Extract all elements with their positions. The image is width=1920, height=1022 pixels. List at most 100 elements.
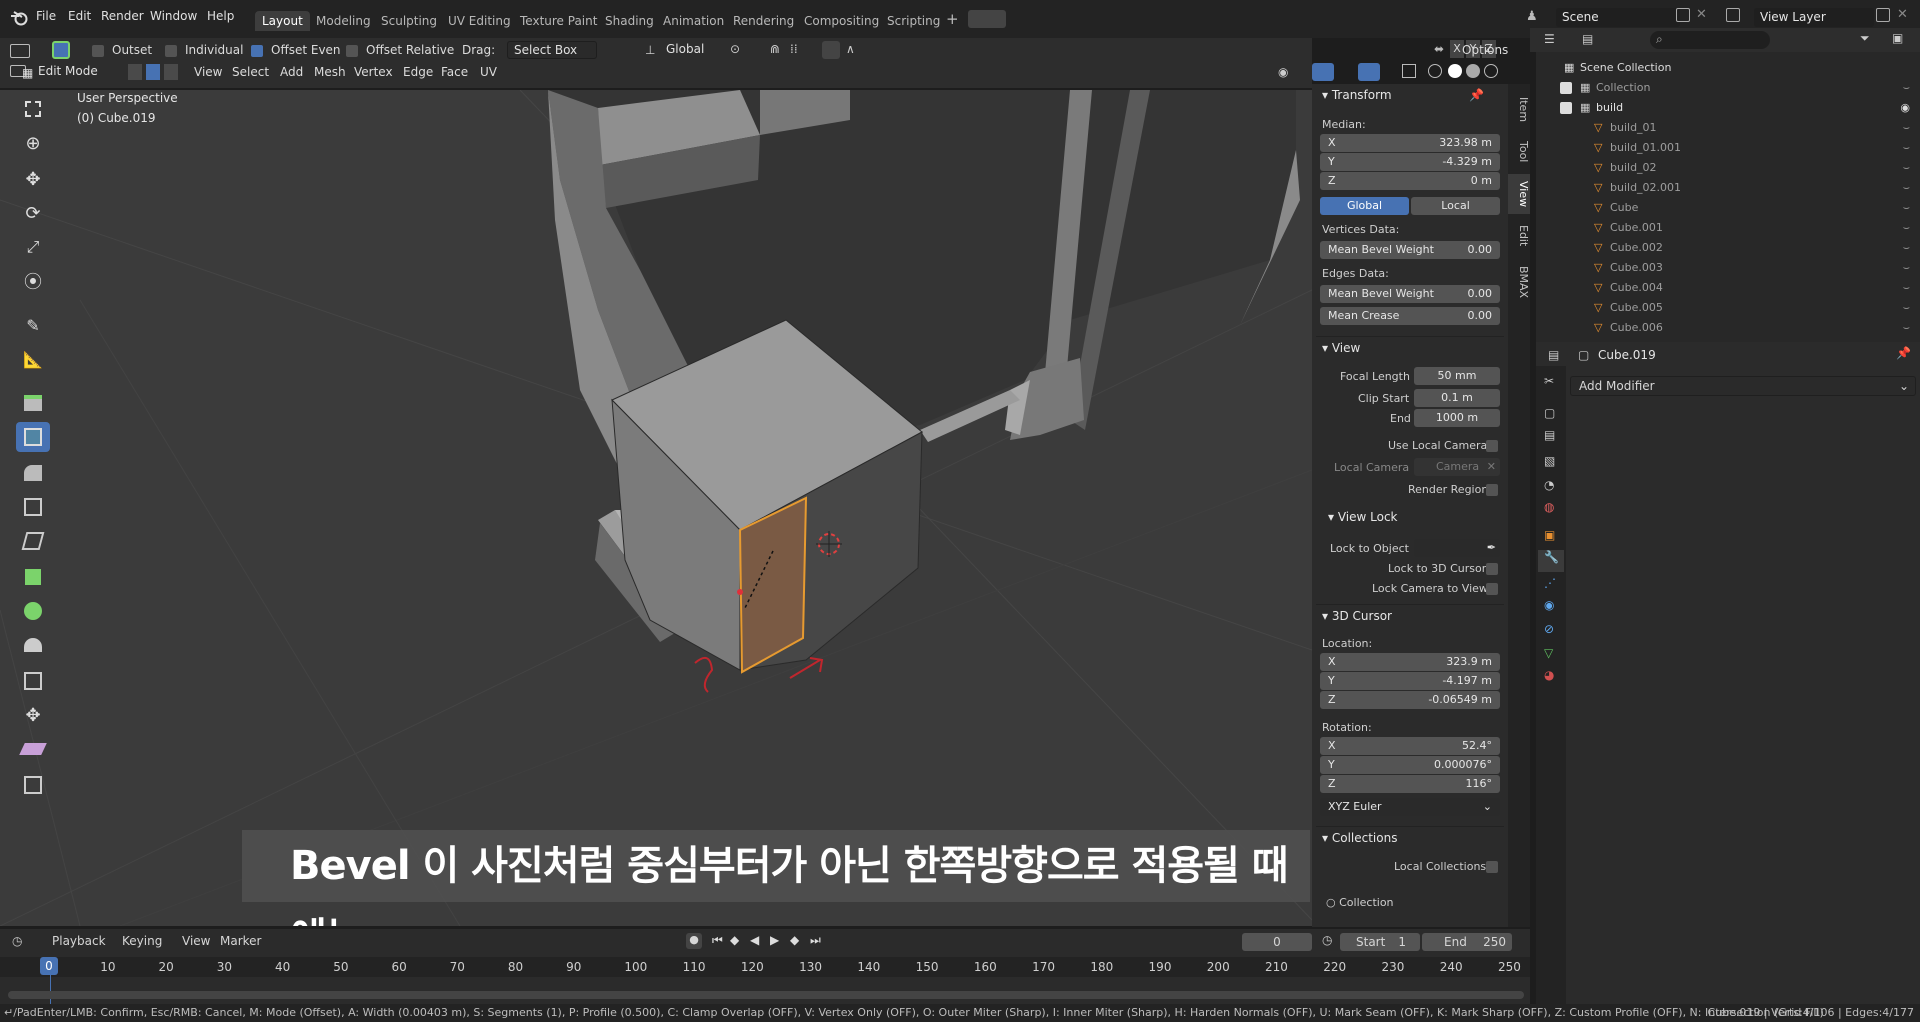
list-item[interactable]: ▦ Collection ⌣ [1536, 78, 1920, 98]
visibility-toggle-icon[interactable]: ⌣ [1903, 238, 1910, 258]
keying-menu[interactable]: Keying [122, 934, 162, 948]
spin-tool[interactable] [16, 596, 50, 626]
local-collections-checkbox[interactable] [1486, 861, 1498, 873]
new-collection-icon[interactable]: ▣ [1892, 31, 1903, 45]
visibility-toggle-icon[interactable]: ⌣ [1903, 318, 1910, 338]
global-toggle[interactable]: Global [1320, 197, 1409, 215]
lock-camera-checkbox[interactable] [1486, 583, 1498, 595]
rotation-z-field[interactable]: Z 116° [1320, 775, 1500, 793]
workspace-scroll-icon[interactable] [968, 10, 1006, 28]
inset-tool[interactable] [16, 422, 50, 452]
tab-scripting[interactable]: Scripting [880, 11, 947, 31]
gizmo-toggle-icon[interactable] [1312, 63, 1334, 81]
output-props-icon[interactable]: ▤ [1544, 428, 1555, 442]
marker-menu[interactable]: Marker [220, 934, 261, 948]
outset-checkbox[interactable] [92, 45, 104, 57]
menu-window[interactable]: Window [150, 9, 197, 23]
view-layer-props-icon[interactable]: ▧ [1544, 454, 1555, 468]
playhead[interactable]: 0 [40, 957, 58, 975]
visibility-toggle-icon[interactable]: ⌣ [1903, 118, 1910, 138]
visibility-toggle-icon[interactable]: ◉ [1900, 98, 1910, 118]
overlay-toggle-icon[interactable] [1358, 63, 1380, 81]
world-props-icon[interactable]: ◍ [1544, 500, 1554, 514]
offset-even-checkbox[interactable] [251, 45, 263, 57]
visibility-toggle-icon[interactable]: ⌣ [1903, 178, 1910, 198]
list-item[interactable]: ▽ Cube.003 ⌣ [1536, 258, 1920, 278]
list-item[interactable]: ▽ build_01.001 ⌣ [1536, 138, 1920, 158]
view-lock-subheader[interactable]: ▾ View Lock [1328, 506, 1516, 528]
individual-checkbox[interactable] [165, 45, 177, 57]
list-item[interactable]: ▽ build_01 ⌣ [1536, 118, 1920, 138]
add-workspace-icon[interactable]: + [946, 10, 959, 28]
cursor-tool[interactable]: ⊕ [16, 128, 50, 158]
tab-shading[interactable]: Shading [598, 11, 661, 31]
clip-start-field[interactable]: 0.1 m [1414, 389, 1500, 407]
mirror-icon[interactable]: ⬌ [1434, 42, 1444, 56]
tab-uv-editing[interactable]: UV Editing [441, 11, 518, 31]
new-view-layer-icon[interactable] [1876, 8, 1890, 22]
rip-region-tool[interactable] [16, 770, 50, 800]
focal-length-field[interactable]: 50 mm [1414, 367, 1500, 385]
particles-props-icon[interactable]: ⋰ [1544, 576, 1556, 590]
rendered-shading-icon[interactable] [1484, 64, 1498, 78]
smooth-tool[interactable] [16, 630, 50, 660]
exclude-checkbox[interactable] [1560, 82, 1572, 94]
scene-field[interactable]: Scene [1556, 8, 1680, 27]
mean-crease-field[interactable]: Mean Crease 0.00 [1320, 307, 1500, 325]
edge-bevel-weight-field[interactable]: Mean Bevel Weight 0.00 [1320, 285, 1500, 303]
constraint-props-icon[interactable]: ⊘ [1544, 622, 1554, 636]
poly-build-tool[interactable] [16, 562, 50, 592]
3d-viewport[interactable]: User Perspective (0) Cube.019 ⊕ ✥ ⟳ ⤢ ⦿ … [0, 90, 1312, 926]
end-frame-field[interactable]: End 250 [1422, 933, 1512, 951]
tab-item[interactable]: Item [1508, 90, 1530, 130]
cursor-section-header[interactable]: ▾ 3D Cursor [1316, 604, 1504, 626]
vertex-select-icon[interactable] [128, 64, 142, 80]
visibility-toggle-icon[interactable]: ⌣ [1903, 158, 1910, 178]
viewport-menu-face[interactable]: Face [441, 65, 468, 79]
viewport-menu-edge[interactable]: Edge [403, 65, 433, 79]
timeline-editor-icon[interactable]: ◷ [12, 934, 22, 948]
offset-relative-checkbox[interactable] [346, 45, 358, 57]
jump-end-icon[interactable]: ⏭ [810, 933, 821, 948]
annotate-tool[interactable]: ✎ [16, 310, 50, 340]
orientation-dropdown[interactable]: Global [660, 41, 720, 59]
snap-target-icon[interactable]: ⁞⁞ [790, 42, 798, 56]
edge-select-icon[interactable] [146, 64, 160, 80]
median-x-field[interactable]: X 323.98 m [1320, 134, 1500, 152]
tab-texture-paint[interactable]: Texture Paint [513, 11, 604, 31]
shrink-fatten-tool[interactable]: ✥ [16, 700, 50, 730]
list-item[interactable]: ▽ Cube.005 ⌣ [1536, 298, 1920, 318]
snap-icon[interactable]: ⋒ [770, 42, 780, 56]
median-z-field[interactable]: Z 0 m [1320, 172, 1500, 190]
play-icon[interactable]: ▶ [770, 933, 779, 947]
rotation-y-field[interactable]: Y 0.000076° [1320, 756, 1500, 774]
timeline-scrollbar[interactable] [8, 991, 1524, 999]
tab-rendering[interactable]: Rendering [726, 11, 801, 31]
visibility-toggle-icon[interactable]: ⌣ [1903, 278, 1910, 298]
median-y-field[interactable]: Y -4.329 m [1320, 153, 1500, 171]
clear-camera-icon[interactable]: ✕ [1487, 458, 1496, 476]
eyedropper-icon[interactable]: ✒ [1487, 539, 1496, 557]
knife-tool[interactable] [16, 526, 50, 556]
add-modifier-dropdown[interactable]: Add Modifier ⌄ [1570, 376, 1916, 396]
shear-tool[interactable] [16, 734, 50, 764]
bevel-tool[interactable] [16, 458, 50, 488]
local-toggle[interactable]: Local [1411, 197, 1500, 215]
tab-tool[interactable]: Tool [1508, 132, 1530, 172]
list-item[interactable]: ▽ build_02.001 ⌣ [1536, 178, 1920, 198]
cursor-z-field[interactable]: Z -0.06549 m [1320, 691, 1500, 709]
select-box-tool[interactable] [16, 94, 50, 124]
material-props-icon[interactable]: ◕ [1544, 668, 1554, 682]
tab-animation[interactable]: Animation [656, 11, 731, 31]
clip-end-field[interactable]: 1000 m [1414, 409, 1500, 427]
list-item[interactable]: ▽ Cube ⌣ [1536, 198, 1920, 218]
tab-sculpting[interactable]: Sculpting [374, 11, 444, 31]
outliner-root[interactable]: ▦ Scene Collection [1536, 58, 1920, 78]
close-view-layer-icon[interactable]: ✕ [1897, 7, 1908, 22]
tool-props-icon[interactable]: ✂ [1544, 374, 1554, 388]
menu-file[interactable]: File [36, 9, 56, 23]
rotation-mode-dropdown[interactable]: XYZ Euler ⌄ [1320, 798, 1500, 816]
proportional-edit-icon[interactable] [822, 41, 840, 59]
tab-layout[interactable]: Layout [255, 11, 310, 31]
outliner-search-input[interactable]: ⌕ [1650, 31, 1770, 49]
